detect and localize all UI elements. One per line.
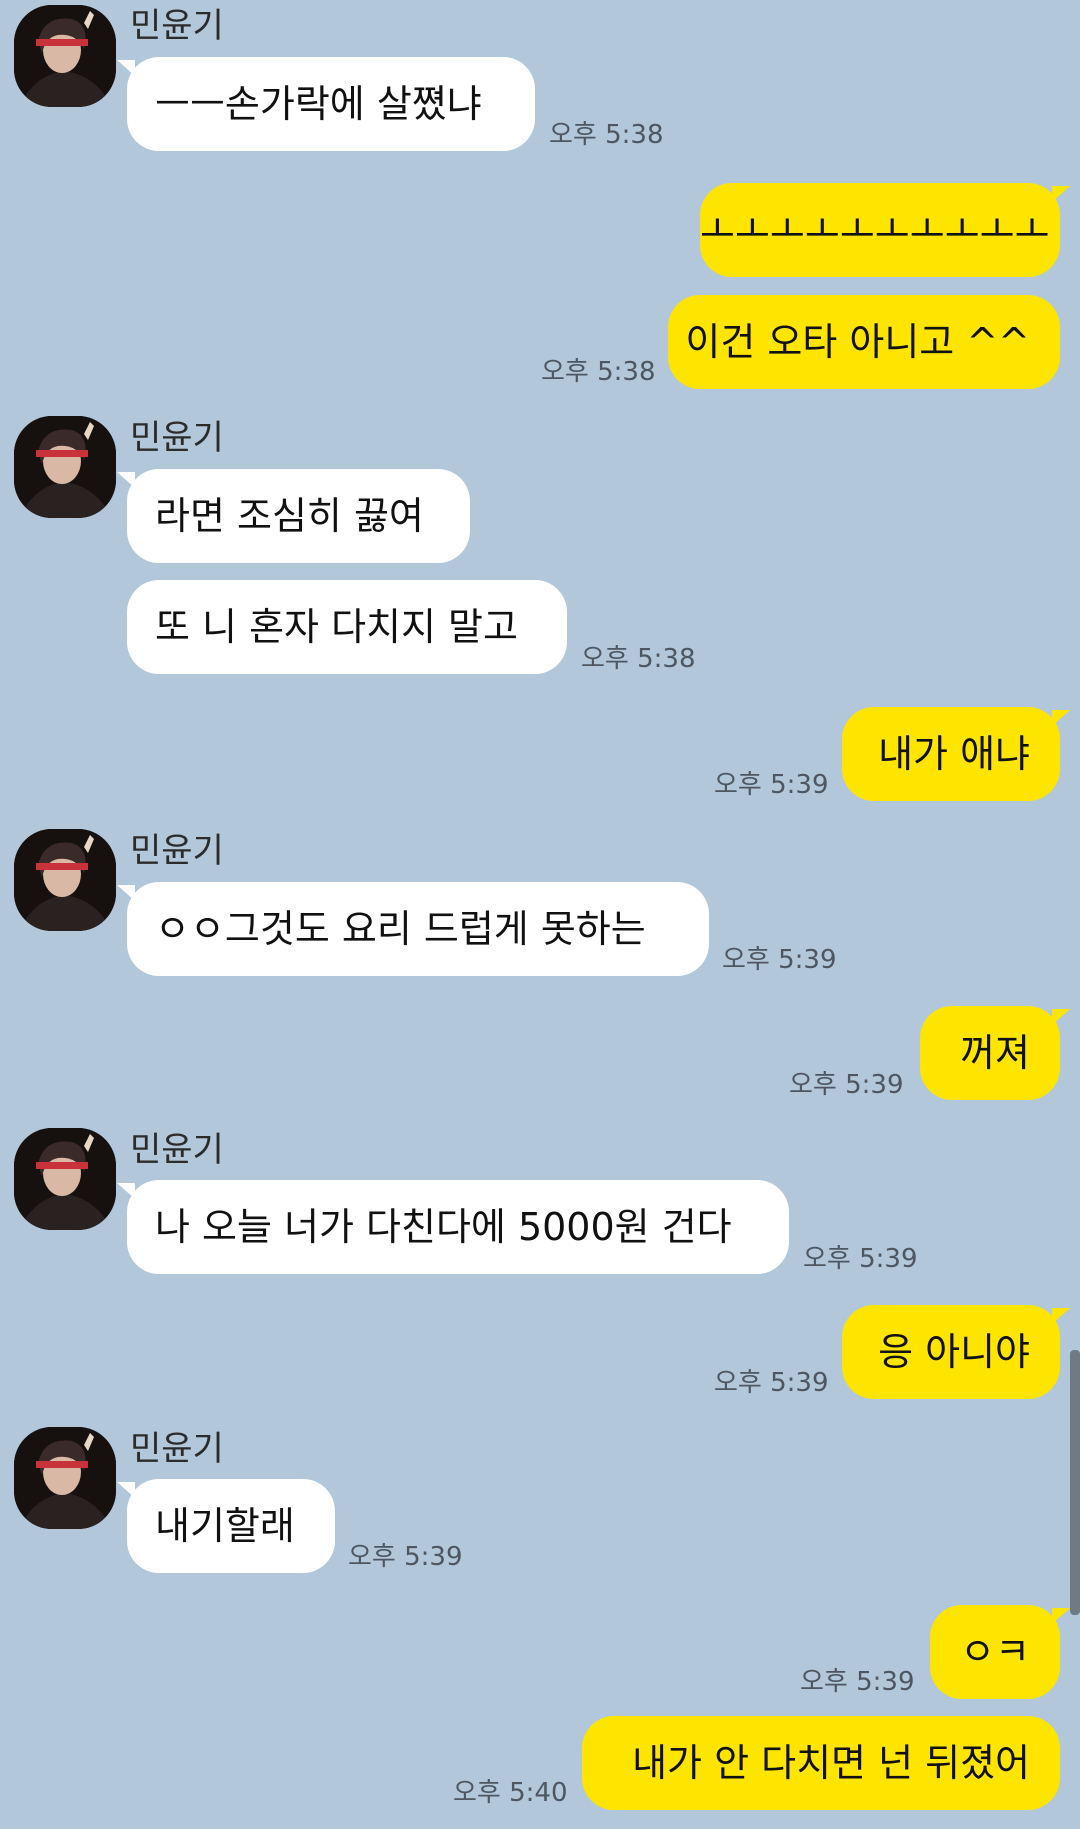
sender-name: 민윤기 [130,1429,224,1469]
message-timestamp: 오후 5:40 [453,1778,568,1808]
message-timestamp: 오후 5:39 [348,1542,463,1572]
sender-name: 민윤기 [130,831,224,871]
message-timestamp: 오후 5:39 [803,1244,918,1274]
message-bubble-outgoing[interactable]: 내가 안 다치면 넌 뒤졌어 [582,1716,1060,1810]
message-bubble-outgoing[interactable]: ㅇㅋ [930,1605,1060,1699]
sender-name: 민윤기 [130,6,224,46]
message-timestamp: 오후 5:39 [714,1368,829,1398]
profile-photo [14,1128,116,1230]
avatar[interactable] [14,1427,116,1529]
message-bubble-incoming[interactable]: ㅇㅇ그것도 요리 드럽게 못하는 [127,882,709,976]
message-bubble-incoming[interactable]: 또 니 혼자 다치지 말고 [127,580,567,674]
profile-photo [14,416,116,518]
message-bubble-outgoing[interactable]: 꺼져 [920,1006,1060,1100]
avatar[interactable] [14,829,116,931]
profile-photo [14,5,116,107]
message-timestamp: 오후 5:39 [714,770,829,800]
message-timestamp: 오후 5:39 [789,1070,904,1100]
sender-name: 민윤기 [130,418,224,458]
message-bubble-incoming[interactable]: 라면 조심히 끓여 [127,469,470,563]
scrollbar-thumb[interactable] [1070,1350,1080,1615]
message-timestamp: 오후 5:39 [800,1667,915,1697]
avatar[interactable] [14,416,116,518]
message-timestamp: 오후 5:38 [549,120,664,150]
message-timestamp: 오후 5:38 [581,644,696,674]
message-bubble-outgoing[interactable]: 내가 애냐 [842,707,1060,801]
message-bubble-outgoing[interactable]: ㅗㅗㅗㅗㅗㅗㅗㅗㅗㅗ [700,183,1060,277]
avatar[interactable] [14,1128,116,1230]
avatar[interactable] [14,5,116,107]
profile-photo [14,829,116,931]
message-bubble-incoming[interactable]: 내기할래 [127,1479,335,1573]
message-timestamp: 오후 5:38 [541,357,656,387]
message-bubble-outgoing[interactable]: 응 아니야 [842,1305,1060,1399]
profile-photo [14,1427,116,1529]
message-bubble-incoming[interactable]: ㅡㅡ손가락에 살쪘냐 [127,57,535,151]
message-bubble-outgoing[interactable]: 이건 오타 아니고 ^^ [668,295,1060,389]
sender-name: 민윤기 [130,1130,224,1170]
message-timestamp: 오후 5:39 [722,945,837,975]
message-bubble-incoming[interactable]: 나 오늘 너가 다친다에 5000원 건다 [127,1180,789,1274]
